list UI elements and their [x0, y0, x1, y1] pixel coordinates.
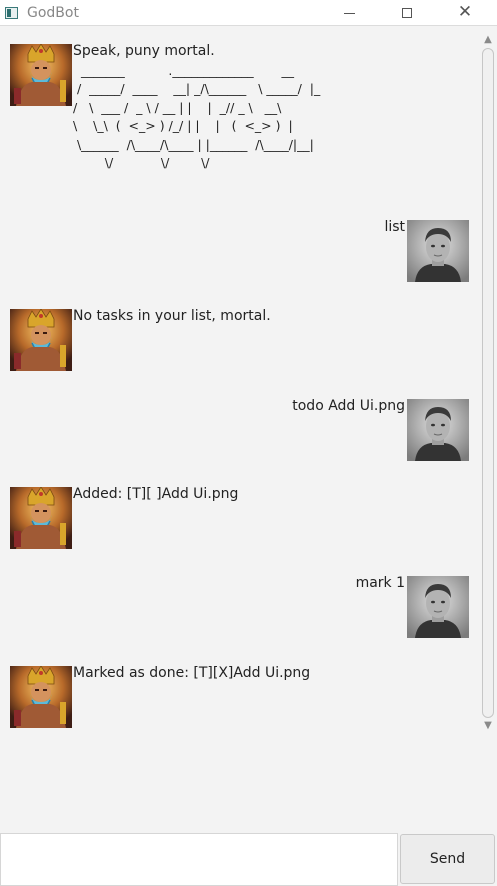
scroll-up-icon[interactable]: ▲ — [480, 33, 496, 47]
user-message: list — [0, 219, 480, 282]
minimize-button[interactable] — [334, 0, 364, 25]
message-text: todo Add Ui.png — [292, 398, 405, 414]
chat-area[interactable]: Speak, puny mortal. _______ .___________… — [0, 26, 480, 831]
god-avatar — [10, 309, 72, 371]
scrollbar-thumb[interactable] — [482, 48, 494, 718]
god-avatar — [10, 666, 72, 728]
message-text: list — [384, 219, 405, 235]
maximize-icon — [402, 7, 412, 18]
send-button[interactable]: Send — [400, 834, 495, 884]
user-avatar — [407, 220, 469, 282]
bot-message: Marked as done: [T][X]Add Ui.png — [0, 665, 480, 728]
user-avatar — [407, 576, 469, 638]
user-message: mark 1 — [0, 575, 480, 638]
ascii-art-banner: _______ ._____________ __ / _____/ ____ … — [73, 63, 321, 171]
title-bar: GodBot ✕ — [0, 0, 497, 26]
message-text: Added: [T][ ]Add Ui.png — [73, 486, 239, 502]
bot-message: No tasks in your list, mortal. — [0, 308, 480, 371]
message-text: Marked as done: [T][X]Add Ui.png — [73, 665, 311, 681]
user-message: todo Add Ui.png — [0, 398, 480, 461]
scroll-down-icon[interactable]: ▼ — [480, 719, 496, 733]
vertical-scrollbar[interactable]: ▲ ▼ — [480, 33, 496, 733]
close-button[interactable]: ✕ — [450, 0, 480, 25]
maximize-button[interactable] — [392, 0, 422, 25]
message-text: Speak, puny mortal. — [73, 43, 215, 59]
message-input[interactable] — [0, 833, 398, 886]
message-text: No tasks in your list, mortal. — [73, 308, 271, 324]
god-avatar — [10, 44, 72, 106]
bot-message: Added: [T][ ]Add Ui.png — [0, 486, 480, 549]
message-text: mark 1 — [355, 575, 405, 591]
minimize-icon — [343, 13, 355, 14]
user-avatar — [407, 399, 469, 461]
window-title: GodBot — [27, 4, 79, 21]
close-icon: ✕ — [457, 2, 473, 22]
god-avatar — [10, 487, 72, 549]
bot-message: Speak, puny mortal. _______ .___________… — [0, 43, 480, 194]
app-icon — [5, 6, 18, 19]
